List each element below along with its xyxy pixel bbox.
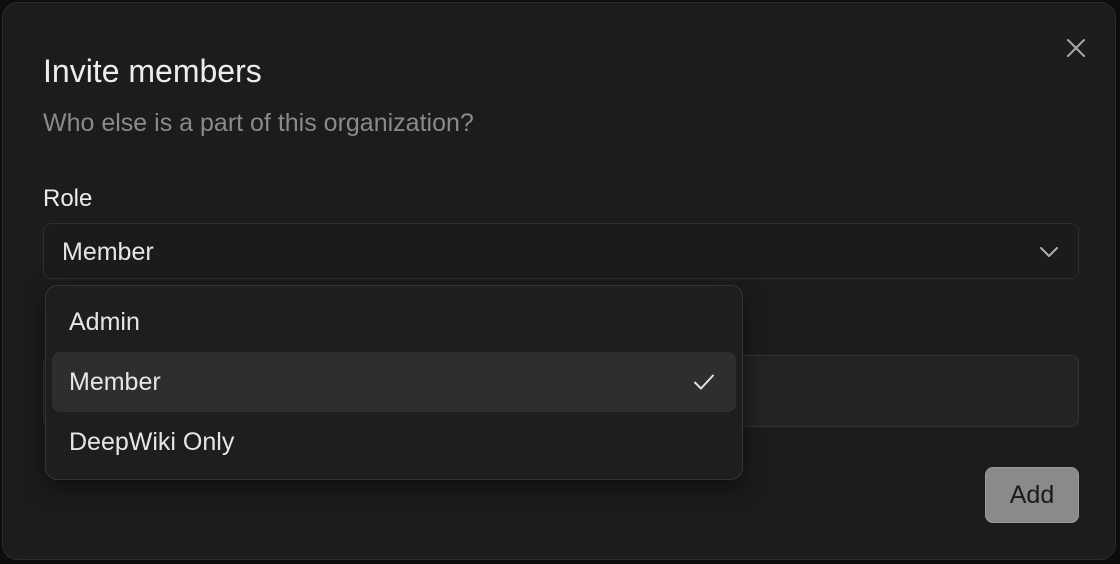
role-select[interactable]: Member <box>43 223 1079 279</box>
role-option-admin[interactable]: Admin <box>52 292 736 352</box>
invite-members-dialog: Invite members Who else is a part of thi… <box>2 2 1116 560</box>
chevron-down-icon <box>1040 247 1058 257</box>
role-select-value: Member <box>62 238 154 266</box>
role-option-label: Admin <box>69 308 140 336</box>
dialog-subtitle: Who else is a part of this organization? <box>43 109 474 137</box>
close-button[interactable] <box>1061 33 1091 63</box>
role-option-member[interactable]: Member <box>52 352 736 412</box>
add-button[interactable]: Add <box>985 467 1079 523</box>
role-dropdown-menu: Admin Member DeepWiki Only <box>45 285 743 480</box>
role-option-deepwiki-only[interactable]: DeepWiki Only <box>52 412 736 472</box>
role-option-label: DeepWiki Only <box>69 428 235 456</box>
check-icon <box>694 374 714 390</box>
role-option-label: Member <box>69 368 161 396</box>
role-label: Role <box>43 185 93 212</box>
dialog-title: Invite members <box>43 53 262 89</box>
close-icon <box>1067 39 1085 57</box>
